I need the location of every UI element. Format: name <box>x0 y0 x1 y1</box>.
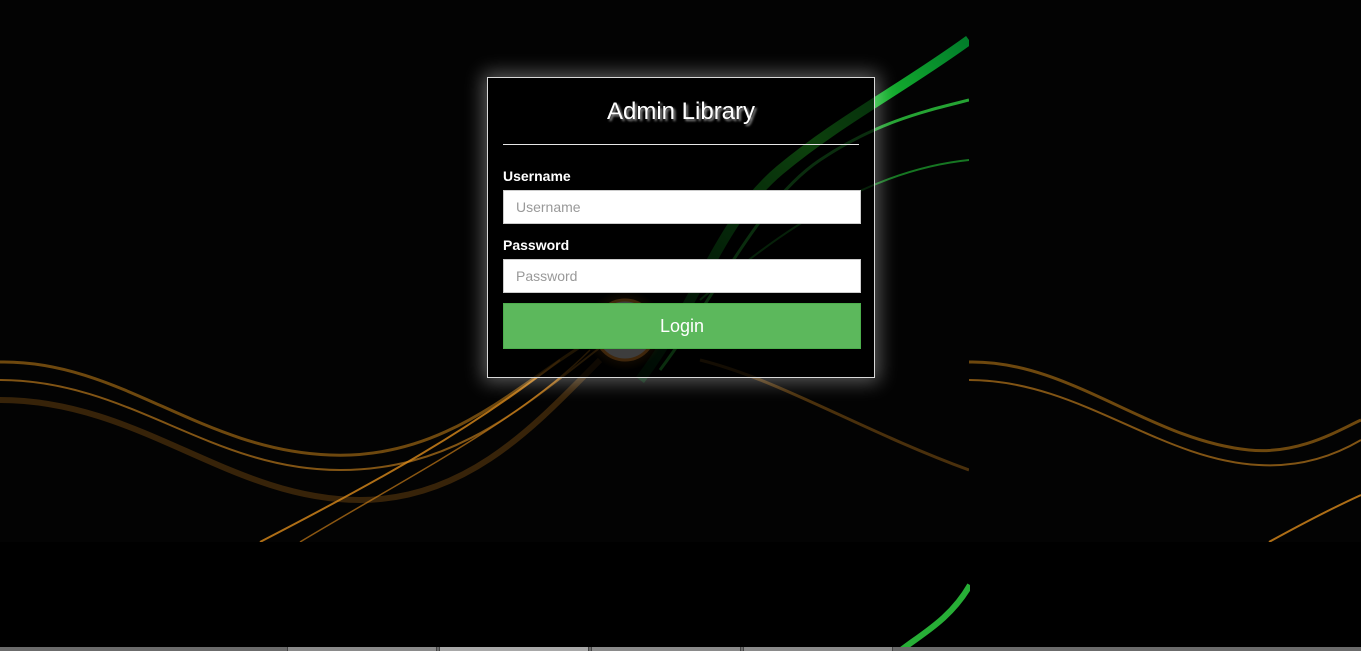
login-form: Admin Library Username Password Login <box>487 77 875 378</box>
username-label: Username <box>503 168 571 184</box>
taskbar-tab[interactable] <box>591 647 741 651</box>
page-background: Admin Library Username Password Login <box>0 0 1361 651</box>
background-wallpaper-right <box>969 0 1361 542</box>
title-divider <box>503 144 859 145</box>
taskbar-tab-active[interactable] <box>439 647 589 651</box>
taskbar <box>0 647 1361 651</box>
wallpaper-fragment <box>898 583 970 651</box>
password-label: Password <box>503 237 570 253</box>
login-button[interactable]: Login <box>503 303 861 349</box>
password-input[interactable] <box>503 259 861 293</box>
username-input[interactable] <box>503 190 861 224</box>
wallpaper-art-right <box>969 0 1361 542</box>
taskbar-tab[interactable] <box>287 647 437 651</box>
taskbar-tab[interactable] <box>743 647 893 651</box>
login-title: Admin Library <box>606 98 756 125</box>
